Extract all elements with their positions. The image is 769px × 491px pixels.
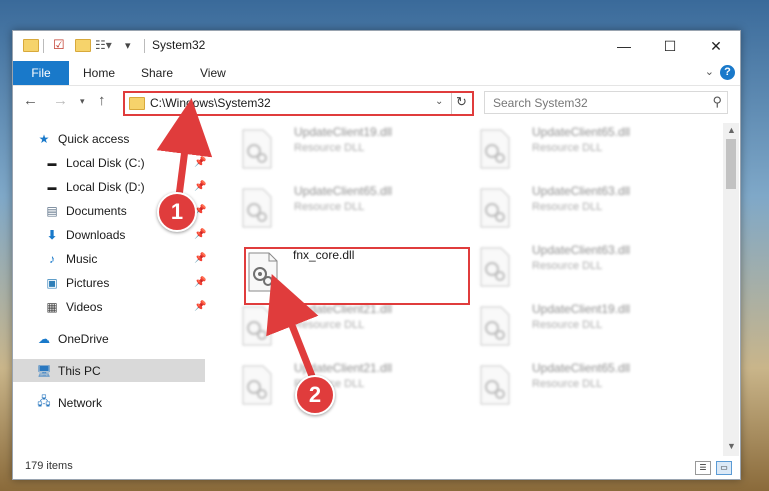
arrow-to-address-bar [156,98,213,197]
step-callout-2: 2 [295,375,335,415]
step-callout-1: 1 [157,192,197,232]
annotation-arrows [156,98,319,378]
arrow-to-dll-file [266,273,319,378]
